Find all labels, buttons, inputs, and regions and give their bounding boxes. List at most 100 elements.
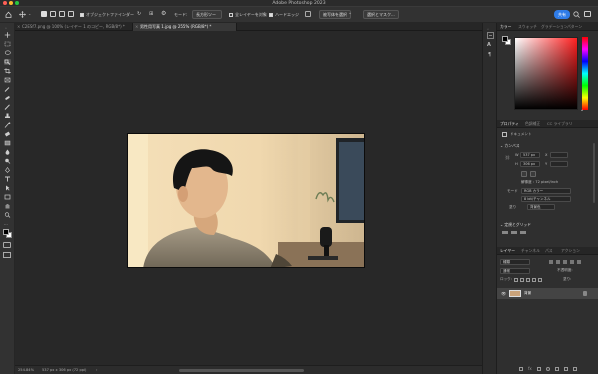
layer-row-background[interactable]: 👁 背景 xyxy=(497,288,598,299)
link-layers-icon[interactable] xyxy=(519,367,523,371)
eraser-icon[interactable] xyxy=(4,131,11,137)
delete-layer-icon[interactable] xyxy=(573,367,577,371)
document-info[interactable]: 537 px x 306 px (72 ppi) xyxy=(42,367,86,374)
tab-layers[interactable]: レイヤー xyxy=(500,247,515,255)
close-tab-icon[interactable]: × xyxy=(135,23,138,31)
dodge-icon[interactable] xyxy=(4,158,11,164)
new-group-icon[interactable] xyxy=(555,367,559,371)
select-subject-button[interactable]: 被写体を選択 xyxy=(319,10,351,19)
add-mask-icon[interactable] xyxy=(537,367,541,371)
intersect-selection-icon[interactable] xyxy=(68,11,74,17)
gradient-icon[interactable] xyxy=(4,140,11,146)
history-brush-icon[interactable] xyxy=(4,122,11,128)
guides-icon[interactable] xyxy=(520,231,526,234)
color-mode-select[interactable]: RGB カラー xyxy=(521,188,571,194)
character-icon[interactable]: A xyxy=(487,42,491,48)
filter-pixel-icon[interactable] xyxy=(549,260,553,264)
foreground-color-swatch[interactable] xyxy=(3,229,9,235)
hand-icon[interactable] xyxy=(4,203,11,209)
rectangle-icon[interactable] xyxy=(4,194,11,200)
object-finder-option[interactable]: オブジェクトファインダー xyxy=(80,11,134,18)
visibility-eye-icon[interactable]: 👁 xyxy=(501,291,506,296)
portrait-orientation-icon[interactable] xyxy=(521,171,527,177)
move-tool-icon[interactable] xyxy=(4,32,11,38)
blur-icon[interactable] xyxy=(4,149,11,155)
document-tab-1[interactable]: × C2ESf7.png @ 100% (レイヤー 1 のコピー, RGB/8*)… xyxy=(15,23,133,31)
hue-slider[interactable] xyxy=(582,37,588,110)
history-icon[interactable] xyxy=(487,32,494,39)
new-selection-icon[interactable] xyxy=(41,11,47,17)
quick-mask-icon[interactable] xyxy=(3,242,11,248)
document-tab-2[interactable]: × 男性用写真 1.jpg @ 255% (RGB/8*) * xyxy=(133,23,237,31)
more-tools-icon[interactable]: ··· xyxy=(4,222,8,227)
canvas-section-title[interactable]: ⌄ カンバス xyxy=(500,143,520,149)
home-icon[interactable] xyxy=(5,11,12,18)
sample-all-layers-option[interactable]: 全レイヤーを対象 xyxy=(229,11,267,18)
grid-icon[interactable] xyxy=(511,231,517,234)
refresh-icon[interactable]: ↻ xyxy=(137,11,141,17)
panel-fg-color-swatch[interactable] xyxy=(502,36,508,42)
filter-type-icon[interactable] xyxy=(563,260,567,264)
tab-color[interactable]: カラー xyxy=(500,23,511,31)
tab-gradients[interactable]: グラデーション xyxy=(541,23,568,31)
close-tab-icon[interactable]: × xyxy=(17,23,20,31)
lock-artboard-icon[interactable] xyxy=(532,278,536,282)
healing-icon[interactable] xyxy=(4,95,11,101)
document-canvas-photo[interactable] xyxy=(127,133,365,268)
layer-name[interactable]: 背景 xyxy=(524,291,531,296)
tab-patterns[interactable]: パターン xyxy=(567,23,582,31)
brush-icon[interactable] xyxy=(4,104,11,110)
workspace-icon[interactable] xyxy=(584,11,591,17)
subtract-selection-icon[interactable] xyxy=(59,11,65,17)
lock-pixels-icon[interactable] xyxy=(520,278,524,282)
frame-icon[interactable] xyxy=(4,77,11,83)
tab-actions[interactable]: アクション xyxy=(561,247,580,255)
layer-filter-select[interactable]: 種類 xyxy=(500,259,530,265)
landscape-orientation-icon[interactable] xyxy=(530,171,536,177)
tab-paths[interactable]: パス xyxy=(545,247,553,255)
lock-all-icon[interactable] xyxy=(538,278,542,282)
ruler-icon[interactable] xyxy=(502,231,508,234)
collapse-toolbar-icon[interactable]: » xyxy=(5,26,7,30)
hard-edge-option[interactable]: ハードエッジ xyxy=(269,11,299,18)
move-icon[interactable] xyxy=(18,11,27,18)
pen-icon[interactable] xyxy=(4,167,11,173)
zoom-level[interactable]: 254.84% xyxy=(18,367,34,374)
guides-section-title[interactable]: ⌄ 定規とグリッド xyxy=(500,222,531,228)
paragraph-icon[interactable]: ¶ xyxy=(488,52,491,58)
hard-edge-checkbox[interactable] xyxy=(269,13,273,17)
new-layer-icon[interactable] xyxy=(564,367,568,371)
horizontal-scrollbar[interactable] xyxy=(179,369,304,372)
tab-adjustments[interactable]: 色調補正 xyxy=(525,120,540,128)
eyedropper-icon[interactable] xyxy=(4,86,11,92)
settings-gear-icon[interactable]: ⚙ xyxy=(161,10,166,17)
select-and-mask-button[interactable]: 選択とマスク... xyxy=(363,10,399,19)
x-field[interactable] xyxy=(550,152,568,158)
filter-smart-object-icon[interactable] xyxy=(577,260,581,264)
filter-shape-icon[interactable] xyxy=(570,260,574,264)
fill-select[interactable]: 背景色 xyxy=(527,204,555,210)
add-selection-icon[interactable] xyxy=(50,11,56,17)
share-button[interactable]: 共有 xyxy=(554,10,570,19)
tab-properties[interactable]: プロパティ xyxy=(500,120,519,128)
height-field[interactable]: 306 px xyxy=(520,161,540,167)
lock-position-icon[interactable] xyxy=(526,278,530,282)
search-icon[interactable] xyxy=(573,11,580,18)
object-finder-checkbox[interactable] xyxy=(80,13,84,17)
marquee-icon[interactable] xyxy=(4,41,11,47)
lock-transparent-icon[interactable] xyxy=(514,278,518,282)
adjustment-layer-icon[interactable] xyxy=(546,367,550,371)
tab-swatches[interactable]: スウォッチ xyxy=(518,23,537,31)
crop-icon[interactable] xyxy=(4,68,11,74)
path-select-icon[interactable] xyxy=(4,185,11,191)
properties-scrollbar[interactable] xyxy=(593,143,595,203)
mode-select[interactable]: 長方形ツー xyxy=(192,10,222,19)
filter-adjustment-icon[interactable] xyxy=(556,260,560,264)
blend-mode-select[interactable]: 通常 xyxy=(500,268,530,274)
screen-mode-icon[interactable] xyxy=(3,252,11,258)
lasso-icon[interactable] xyxy=(4,50,11,56)
tool-preset-chevron-icon[interactable]: ⌄ xyxy=(28,11,31,16)
bit-depth-select[interactable]: 8 bit/チャンネル xyxy=(521,196,571,202)
tab-channels[interactable]: チャンネル xyxy=(521,247,540,255)
select-subject-chevron-icon[interactable]: ⌄ xyxy=(348,10,352,16)
